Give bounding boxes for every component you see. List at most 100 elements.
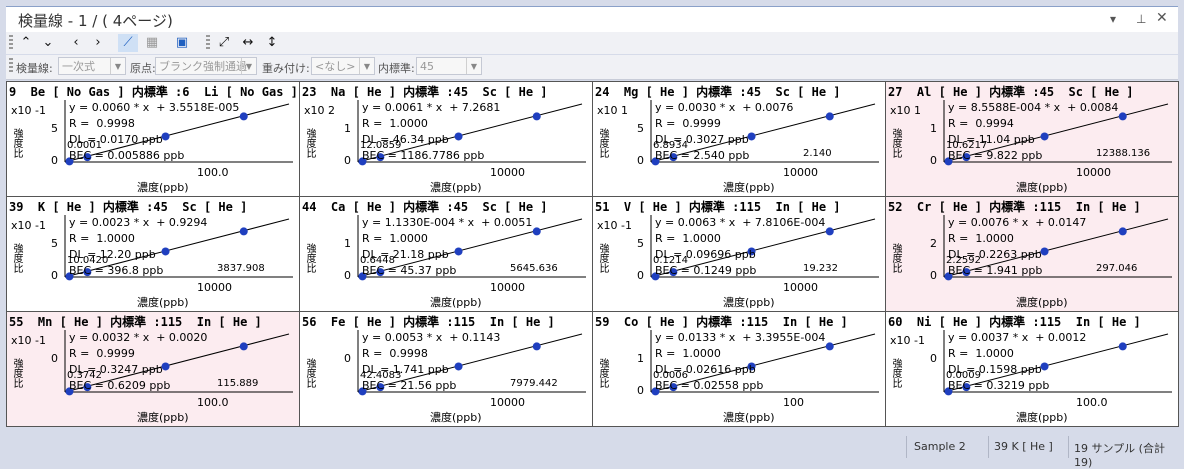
status-element: 39 K [ He ] [994,440,1053,453]
report-icon[interactable]: ▣ [172,34,192,52]
origin-select[interactable]: ブランク強制通過 ▼ [155,57,257,75]
r-value: R = 1.0000 [948,232,1014,245]
annotation-value: 0.0006 [653,370,688,381]
calibration-cell[interactable]: 60 Ni [ He ] 内標準 :115 In [ He ] x10 -1 y =… [885,311,1179,427]
data-point [1118,227,1127,236]
r-value: R = 0.9994 [948,117,1014,130]
close-icon[interactable]: ✕ [1156,10,1168,26]
x-tick-label: 10000 [197,281,232,294]
data-point [825,112,834,121]
calibration-cell[interactable]: 52 Cr [ He ] 内標準 :115 In [ He ] y = 0.007… [885,196,1179,312]
calibration-cell[interactable]: 55 Mn [ He ] 内標準 :115 In [ He ] x10 -1 y =… [6,311,300,427]
chevron-up-icon[interactable]: ⌃ [16,34,36,52]
y-multiplier: x10 -1 [11,334,46,347]
toolbar-grip[interactable] [206,35,210,51]
data-point [454,362,463,371]
x-axis-label: 濃度(ppb) [137,411,189,424]
x-axis-label: 濃度(ppb) [723,411,775,424]
calibration-cell[interactable]: 59 Co [ He ] 内標準 :115 In [ He ] y = 0.013… [592,311,886,427]
chevron-left-icon[interactable]: ‹ [66,34,86,52]
curve-select[interactable]: 一次式 ▼ [58,57,126,75]
y-tick-label: 0 [930,269,937,282]
equation-text: y = 0.0061 * x + 7.2681 [362,101,501,114]
y-tick-label: 5 [51,237,58,250]
expand-diagonal-icon[interactable]: ⤢ [214,34,234,52]
y-tick-label: 0 [344,269,351,282]
y-axis-label: 強度比 [11,358,22,388]
equation-text: y = 8.5588E-004 * x + 0.0084 [948,101,1119,114]
table-view-icon[interactable]: ▦ [142,34,162,52]
y-multiplier: x10 -1 [597,219,632,232]
calibration-cell[interactable]: 39 K [ He ] 内標準 :45 Sc [ He ] x10 -1 y = 0… [6,196,300,312]
x-axis-label: 濃度(ppb) [137,181,189,194]
status-separator [1068,436,1069,458]
data-point [454,247,463,256]
annotation-value: 297.046 [1096,263,1138,274]
r-value: R = 0.9998 [69,117,135,130]
data-point [532,342,541,351]
status-separator [906,436,907,458]
data-point [1118,342,1127,351]
expand-vertical-icon[interactable]: ↕ [262,34,282,52]
y-axis-label: 強度比 [304,243,315,273]
annotation-value: 42.4083 [360,370,402,381]
annotation-value: 10.0420 [67,255,109,266]
calibration-cell[interactable]: 56 Fe [ He ] 内標準 :115 In [ He ] y = 0.005… [299,311,593,427]
toolbar-grip[interactable] [9,58,13,74]
calibration-cell[interactable]: 44 Ca [ He ] 内標準 :45 Sc [ He ] y = 1.1330… [299,196,593,312]
x-axis-label: 濃度(ppb) [723,181,775,194]
x-axis-label: 濃度(ppb) [137,296,189,309]
chevron-right-icon[interactable]: › [88,34,108,52]
weight-label: 重み付け: [262,62,310,75]
dropdown-icon[interactable]: ▾ [1110,12,1116,26]
annotation-value: 12.0859 [360,140,402,151]
x-tick-label: 10000 [783,281,818,294]
calibration-grid: 9 Be [ No Gas ] 内標準 :6 Li [ No Gas ] x10 … [6,81,1179,427]
r-value: R = 1.0000 [69,232,135,245]
y-tick-label: 0 [637,154,644,167]
origin-value: ブランク強制通過 [159,60,247,73]
equation-text: y = 0.0037 * x + 0.0012 [948,331,1087,344]
x-axis-label: 濃度(ppb) [1016,296,1068,309]
annotation-value: 5645.636 [510,263,558,274]
calibration-cell[interactable]: 23 Na [ He ] 内標準 :45 Sc [ He ] x10 2y = 0… [299,81,593,197]
toolbar-settings: 検量線: 一次式 ▼ 原点: ブランク強制通過 ▼ 重み付け: <なし> ▼ 内標準:… [6,55,1178,80]
calibration-cell[interactable]: 27 Al [ He ] 内標準 :45 Sc [ He ] x10 1y = 8… [885,81,1179,197]
x-tick-label: 100.0 [197,396,229,409]
calibration-cell[interactable]: 9 Be [ No Gas ] 内標準 :6 Li [ No Gas ] x10 … [6,81,300,197]
istd-select[interactable]: 45 ▼ [416,57,482,75]
x-axis-label: 濃度(ppb) [430,411,482,424]
y-multiplier: x10 -1 [890,334,925,347]
equation-text: y = 0.0053 * x + 0.1143 [362,331,501,344]
y-tick-label: 0 [930,154,937,167]
weight-select[interactable]: <なし> ▼ [311,57,375,75]
annotation-value: 0.6448 [360,255,395,266]
chart-view-icon[interactable]: ⟋ [118,34,138,52]
annotation-value: 6.8934 [653,140,688,151]
y-tick-label: 1 [344,237,351,250]
chevron-down-icon[interactable]: ⌄ [38,34,58,52]
calibration-cell[interactable]: 51 V [ He ] 内標準 :115 In [ He ] x10 -1 y = … [592,196,886,312]
y-tick-label: 5 [637,237,644,250]
annotation-value: 19.232 [803,263,838,274]
data-point [1040,132,1049,141]
weight-value: <なし> [315,60,356,73]
status-sample: Sample 2 [914,440,966,453]
data-point [532,112,541,121]
pin-icon[interactable]: ⊥ [1136,12,1146,26]
calibration-window: 検量線 - 1 / ( 4ページ) ▾ ⊥ ✕ ⌃ ⌄ ‹ › ⟋ ▦ ▣ ⤢ … [0,0,1184,469]
data-point [239,112,248,121]
data-point [239,227,248,236]
expand-horizontal-icon[interactable]: ↔ [238,34,258,52]
toolbar-grip[interactable] [9,35,13,51]
toolbar-navigation: ⌃ ⌄ ‹ › ⟋ ▦ ▣ ⤢ ↔ ↕ [6,32,1178,54]
y-tick-label: 1 [637,352,644,365]
data-point [1118,112,1127,121]
x-tick-label: 100 [783,396,804,409]
r-value: R = 1.0000 [948,347,1014,360]
x-axis-label: 濃度(ppb) [430,181,482,194]
annotation-value: 0.1214 [653,255,688,266]
r-value: R = 0.9999 [69,347,135,360]
title-bar: 検量線 - 1 / ( 4ページ) ▾ ⊥ ✕ [6,6,1178,33]
calibration-cell[interactable]: 24 Mg [ He ] 内標準 :45 Sc [ He ] x10 1y = 0… [592,81,886,197]
